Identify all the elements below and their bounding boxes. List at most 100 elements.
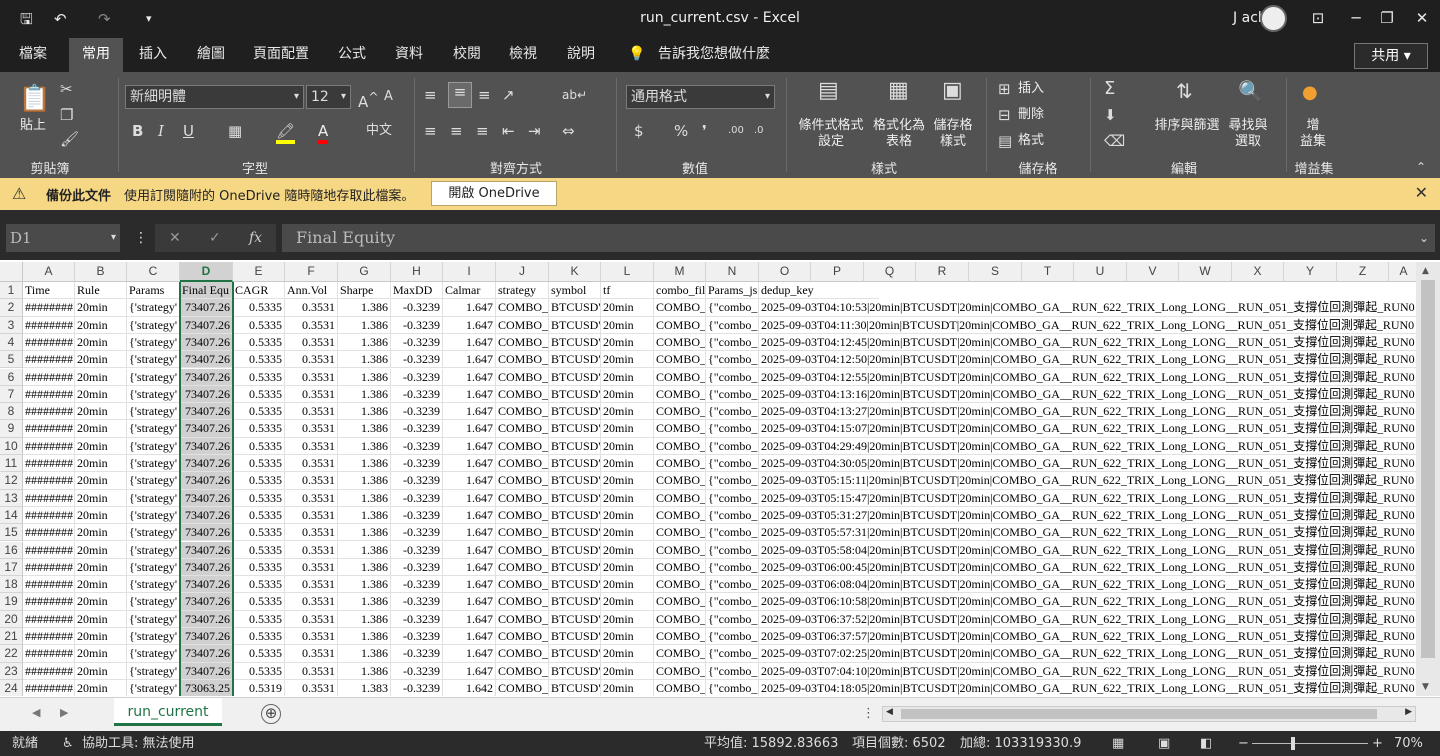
more-options-icon[interactable]: ⋮ [134,230,148,246]
data-cell[interactable]: COMBO_ [496,576,549,594]
zoom-out-icon[interactable]: − [1238,731,1249,756]
data-cell[interactable]: COMBO_ [654,558,706,577]
data-cell[interactable]: {"combo_ [706,333,759,352]
dedup-key-cell[interactable]: 2025-09-03T04:29:49|20min|BTCUSDT|20min|… [759,438,1416,455]
data-cell[interactable]: 73407.26 [180,524,233,542]
data-cell[interactable]: 0.5335 [233,645,285,663]
data-cell[interactable]: -0.3239 [391,385,443,404]
row-header[interactable]: 17 [0,558,23,577]
data-cell[interactable]: 1.647 [443,593,496,611]
data-cell[interactable]: 1.647 [443,662,496,680]
data-cell[interactable]: -0.3239 [391,645,443,663]
data-cell[interactable]: COMBO_ [654,403,706,421]
data-cell[interactable]: COMBO_ [654,437,706,455]
find-select-icon[interactable]: 🔍 [1238,81,1263,101]
data-cell[interactable]: ######## [23,455,75,473]
data-cell[interactable]: COMBO_ [496,316,549,334]
accessibility-status[interactable]: 協助工具: 無法使用 [82,731,195,756]
data-cell[interactable]: 1.386 [338,455,391,473]
add-ins-icon[interactable]: ● [1302,84,1318,102]
header-cell[interactable]: Final Equ [180,282,233,300]
data-cell[interactable]: 1.386 [338,662,391,680]
shrink-font-icon[interactable]: A [384,88,393,106]
data-cell[interactable]: 0.3531 [285,593,338,611]
format-as-table-button[interactable]: 格式化為 [868,118,930,134]
data-cell[interactable]: ######## [23,437,75,455]
conditional-format-button[interactable]: 條件式格式 [796,118,866,134]
data-cell[interactable]: COMBO_ [496,662,549,680]
row-header[interactable]: 8 [0,403,23,421]
data-cell[interactable]: COMBO_ [654,420,706,438]
scroll-left-icon[interactable]: ◀ [886,707,893,717]
align-left-icon[interactable]: ≡ [424,122,437,140]
data-cell[interactable]: -0.3239 [391,628,443,646]
data-cell[interactable]: -0.3239 [391,316,443,334]
data-cell[interactable]: {"combo_ [706,628,759,646]
header-cell[interactable]: Params_js [706,282,759,300]
data-cell[interactable]: 20min [75,299,127,317]
sheet-tab-run-current[interactable]: run_current [114,698,222,726]
data-cell[interactable]: 0.3531 [285,333,338,352]
add-sheet-icon[interactable]: ⊕ [261,704,281,724]
data-cell[interactable]: 1.647 [443,489,496,507]
tab-formulas[interactable]: 公式 [330,38,374,72]
close-notification-icon[interactable]: ✕ [1415,183,1428,202]
column-header[interactable]: A [1389,262,1416,282]
cancel-entry-icon[interactable]: ✕ [169,224,181,252]
data-cell[interactable]: 1.386 [338,558,391,577]
data-cell[interactable]: -0.3239 [391,558,443,577]
data-cell[interactable]: ######## [23,316,75,334]
dedup-key-cell[interactable]: 2025-09-03T04:13:27|20min|BTCUSDT|20min|… [759,403,1416,421]
row-header[interactable]: 1 [0,282,23,300]
dedup-key-cell[interactable]: 2025-09-03T04:11:30|20min|BTCUSDT|20min|… [759,317,1416,334]
row-header[interactable]: 21 [0,628,23,646]
column-header[interactable]: Q [864,262,916,282]
data-cell[interactable]: {"combo_ [706,472,759,490]
data-cell[interactable]: 0.3531 [285,299,338,317]
data-cell[interactable]: {"combo_ [706,576,759,594]
data-cell[interactable]: 0.3531 [285,351,338,369]
data-cell[interactable]: COMBO_ [654,593,706,611]
data-cell[interactable]: 73407.26 [180,455,233,473]
header-cell[interactable]: CAGR [233,282,285,300]
data-cell[interactable]: {'strategy' [127,368,180,386]
ribbon-display-icon[interactable]: ⊡ [1306,6,1330,30]
data-cell[interactable]: -0.3239 [391,455,443,473]
data-cell[interactable]: {"combo_ [706,437,759,455]
data-cell[interactable]: 0.5335 [233,628,285,646]
data-cell[interactable]: 1.386 [338,610,391,628]
data-cell[interactable]: -0.3239 [391,593,443,611]
data-cell[interactable]: ######## [23,628,75,646]
data-cell[interactable]: -0.3239 [391,368,443,386]
data-cell[interactable]: {'strategy' [127,437,180,455]
align-bottom-icon[interactable]: ≡ [478,86,491,104]
formula-input[interactable]: Final Equity ⌄ [282,224,1435,252]
data-cell[interactable]: 20min [601,628,654,646]
data-cell[interactable]: {"combo_ [706,593,759,611]
name-box[interactable]: D1 ▾ [6,224,120,252]
data-cell[interactable]: {'strategy' [127,403,180,421]
vertical-scrollbar[interactable]: ▲ ▼ [1416,262,1440,696]
row-header[interactable]: 18 [0,576,23,594]
share-button[interactable]: 共用 ▾ [1354,43,1428,69]
dedup-key-cell[interactable]: 2025-09-03T06:00:45|20min|BTCUSDT|20min|… [759,559,1416,577]
data-cell[interactable]: -0.3239 [391,679,443,696]
align-middle-icon[interactable]: ≡ [448,82,472,108]
data-cell[interactable]: BTCUSD' [549,576,601,594]
data-cell[interactable]: 0.5335 [233,385,285,404]
data-cell[interactable]: 0.3531 [285,489,338,507]
data-cell[interactable]: 20min [601,385,654,404]
column-header[interactable]: P [811,262,864,282]
data-cell[interactable]: 20min [601,403,654,421]
data-cell[interactable]: 20min [75,593,127,611]
header-cell[interactable]: Ann.Vol [285,282,338,300]
data-cell[interactable]: ######## [23,506,75,525]
row-header[interactable]: 12 [0,472,23,490]
horizontal-scrollbar[interactable]: ◀ ▶ [882,706,1416,722]
data-cell[interactable]: COMBO_ [496,403,549,421]
data-cell[interactable]: {"combo_ [706,679,759,696]
data-cell[interactable]: 1.647 [443,610,496,628]
data-cell[interactable]: 1.647 [443,472,496,490]
data-cell[interactable]: 0.5335 [233,368,285,386]
data-cell[interactable]: {"combo_ [706,455,759,473]
